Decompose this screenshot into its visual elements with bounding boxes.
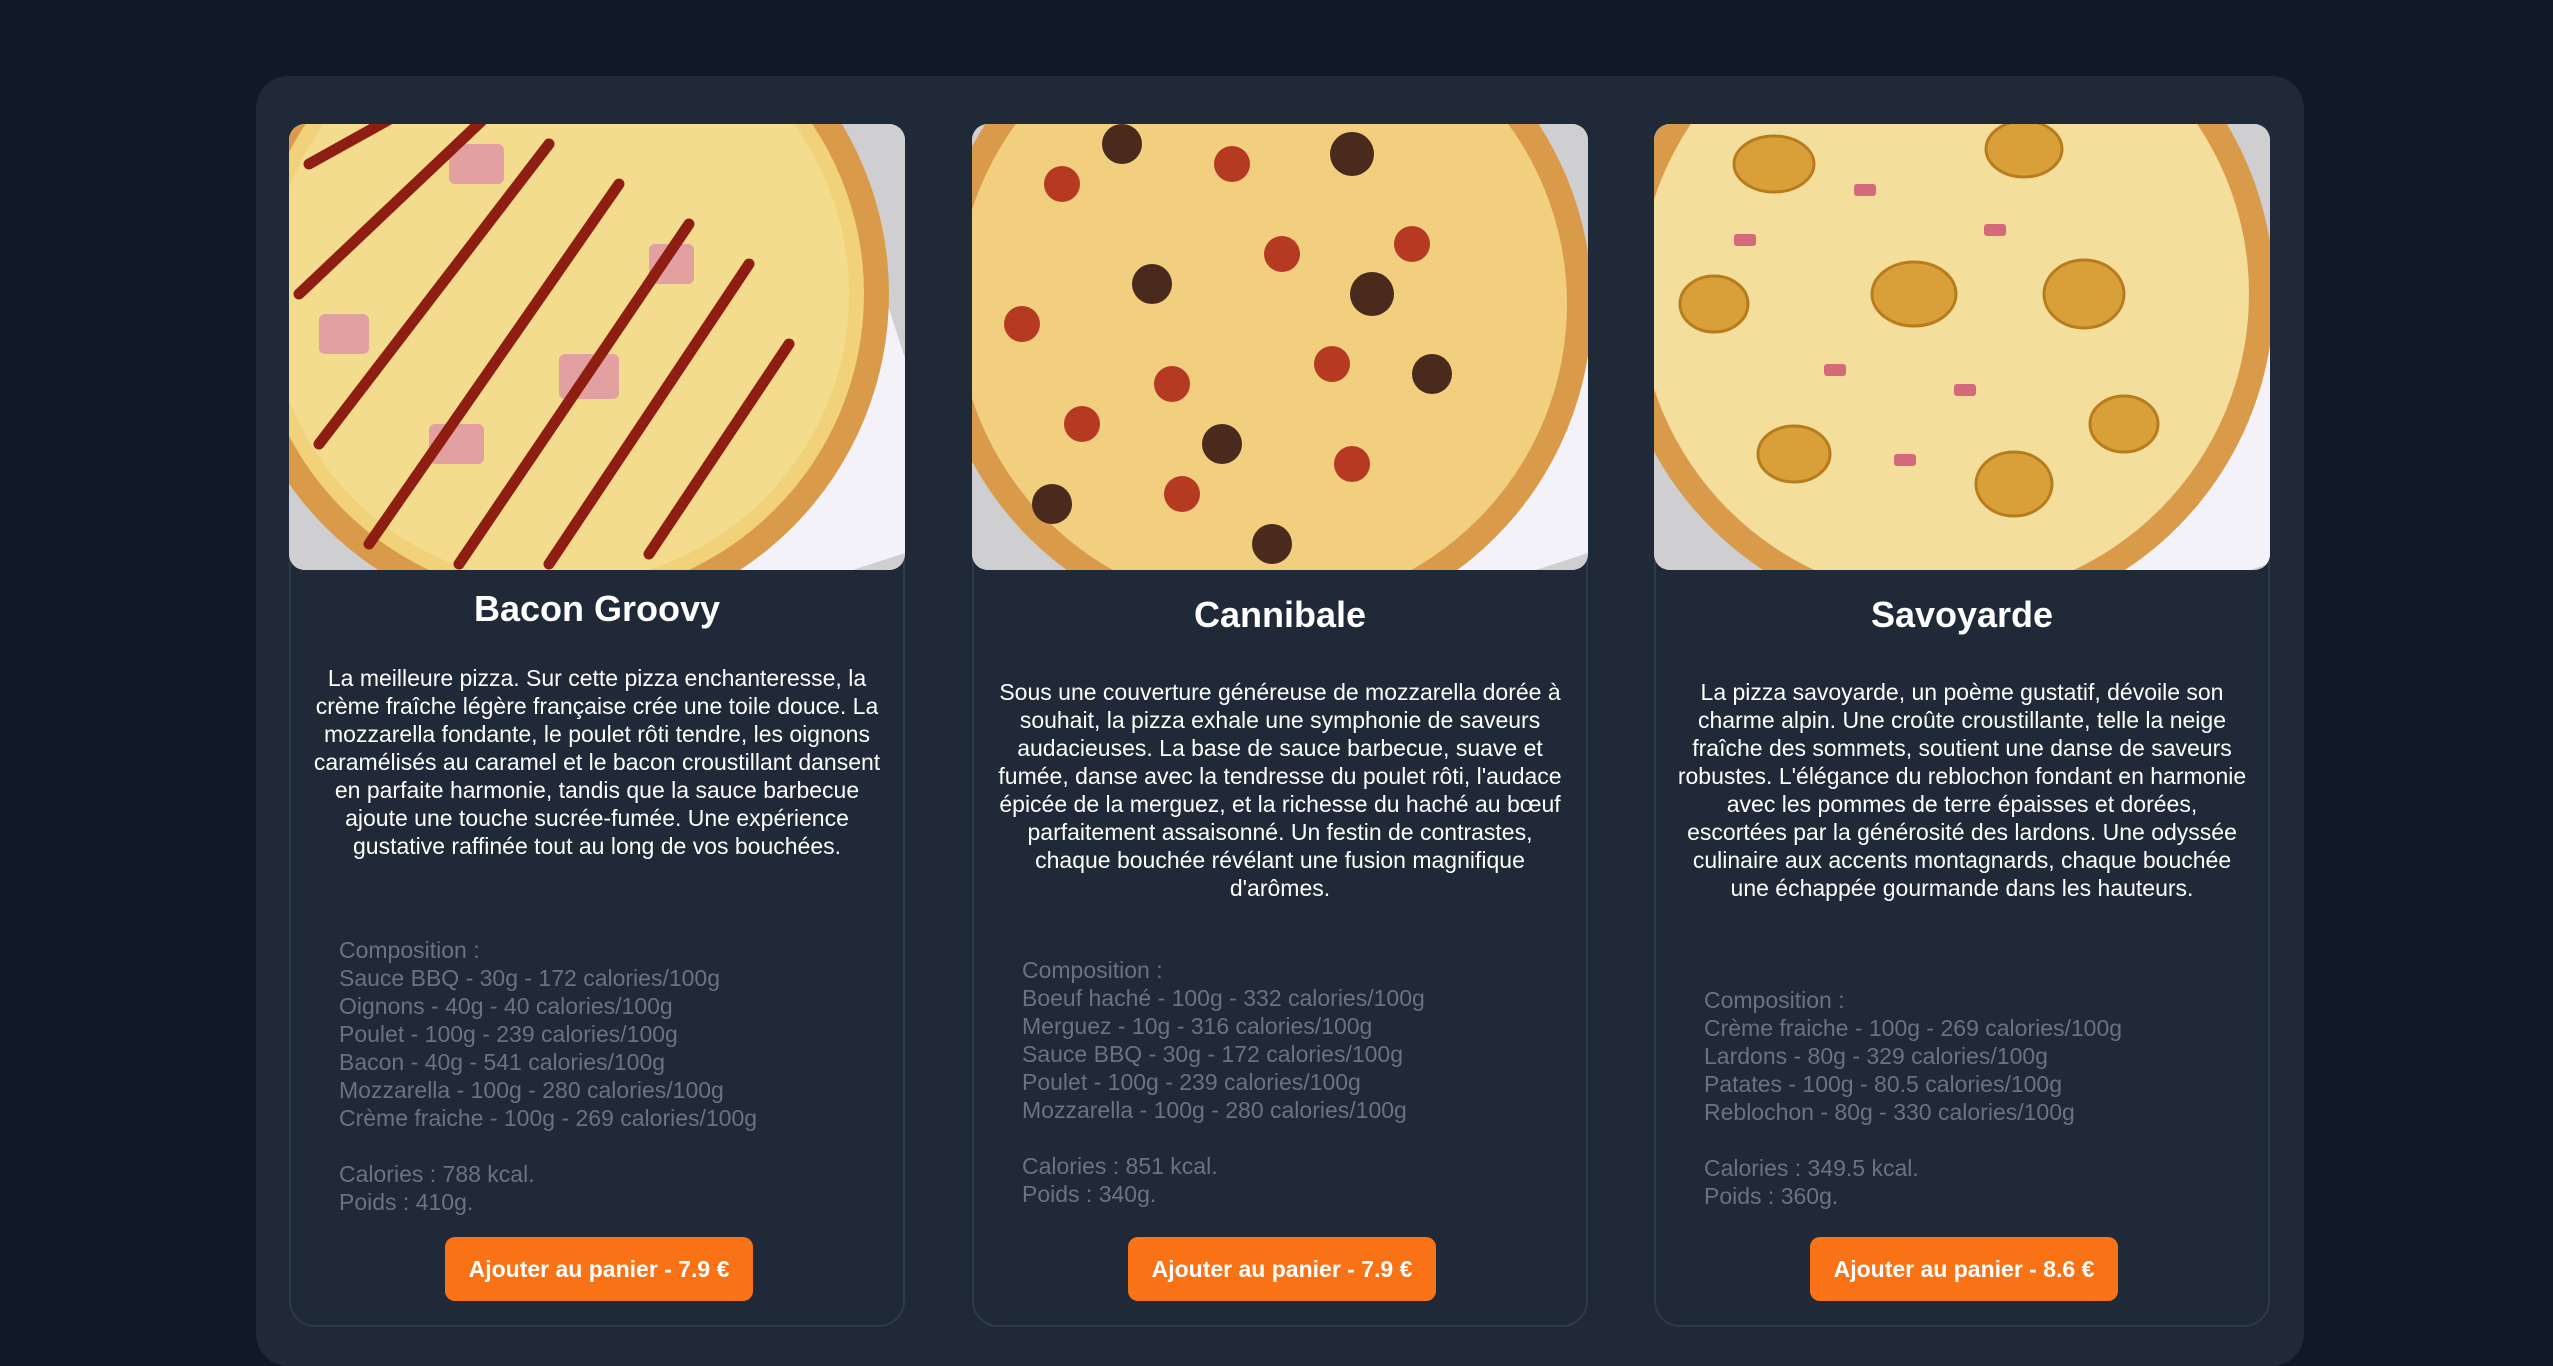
add-to-cart-button[interactable]: Ajouter au panier - 7.9 € [445,1237,753,1301]
ingredient-item: Bacon - 40g - 541 calories/100g [339,1049,666,1075]
weight-total: Poids : 340g. [1022,1181,1157,1207]
weight-total: Poids : 410g. [339,1189,474,1215]
calories-total: Calories : 788 kcal. [339,1161,535,1187]
product-description: Sous une couverture généreuse de mozzare… [998,679,1562,901]
product-card: Cannibale Sous une couverture généreuse … [972,124,1588,1327]
ingredient-item: Sauce BBQ - 30g - 172 calories/100g [339,965,721,991]
calories-total: Calories : 349.5 kcal. [1704,1155,1919,1181]
product-card: Bacon Groovy La meilleure pizza. Sur cet… [289,124,905,1327]
pizza-bacon-groovy-photo [289,124,905,570]
weight-total: Poids : 360g. [1704,1183,1839,1209]
product-composition: Composition : Sauce BBQ - 30g - 172 calo… [339,936,879,1216]
ingredient-item: Crème fraiche - 100g - 269 calories/100g [1704,1015,2123,1041]
ingredient-item: Reblochon - 80g - 330 calories/100g [1704,1099,2075,1125]
ingredient-item: Crème fraiche - 100g - 269 calories/100g [339,1105,758,1131]
composition-label: Composition : [339,937,480,963]
calories-total: Calories : 851 kcal. [1022,1153,1218,1179]
ingredient-item: Poulet - 100g - 239 calories/100g [1022,1069,1361,1095]
ingredient-item: Sauce BBQ - 30g - 172 calories/100g [1022,1041,1404,1067]
product-title: Cannibale [1193,594,1367,635]
product-title: Savoyarde [1870,594,2054,635]
composition-label: Composition : [1022,957,1163,983]
add-to-cart-button[interactable]: Ajouter au panier - 7.9 € [1128,1237,1436,1301]
ingredient-item: Merguez - 10g - 316 calories/100g [1022,1013,1373,1039]
pizza-savoyarde-photo [1654,124,2270,570]
ingredient-item: Boeuf haché - 100g - 332 calories/100g [1022,985,1425,1011]
pizza-cannibale-photo [972,124,1588,570]
ingredient-item: Oignons - 40g - 40 calories/100g [339,993,673,1019]
product-card: Savoyarde La pizza savoyarde, un poème g… [1654,124,2270,1327]
ingredient-item: Mozzarella - 100g - 280 calories/100g [1022,1097,1407,1123]
product-description: La meilleure pizza. Sur cette pizza ench… [313,665,881,859]
ingredient-item: Poulet - 100g - 239 calories/100g [339,1021,678,1047]
ingredient-item: Lardons - 80g - 329 calories/100g [1704,1043,2048,1069]
ingredient-item: Patates - 100g - 80.5 calories/100g [1704,1071,2063,1097]
composition-label: Composition : [1704,987,1845,1013]
product-title: Bacon Groovy [473,588,721,629]
add-to-cart-button[interactable]: Ajouter au panier - 8.6 € [1810,1237,2118,1301]
ingredient-item: Mozzarella - 100g - 280 calories/100g [339,1077,724,1103]
product-composition: Composition : Boeuf haché - 100g - 332 c… [1022,956,1562,1208]
product-description: La pizza savoyarde, un poème gustatif, d… [1677,679,2247,901]
product-composition: Composition : Crème fraiche - 100g - 269… [1704,986,2244,1210]
